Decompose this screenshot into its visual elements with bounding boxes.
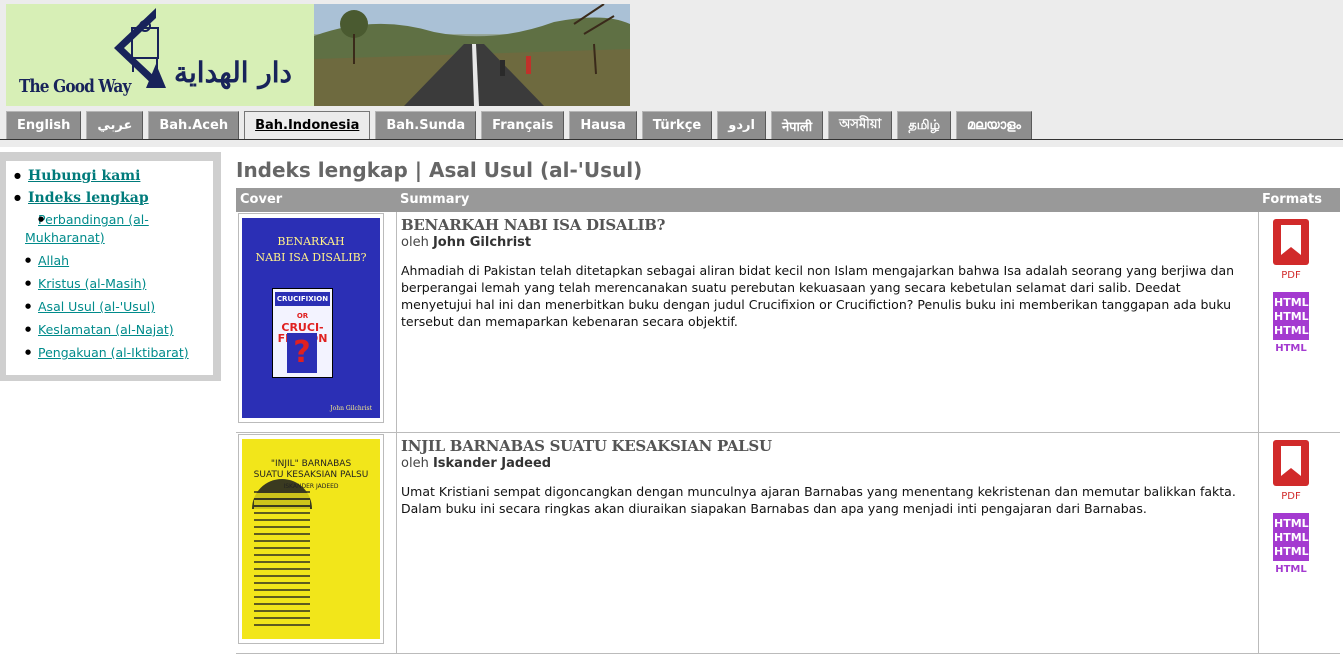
cover-image: "INJIL" BARNABAS SUATU KESAKSIAN PALSU I…: [242, 439, 380, 639]
cover-author: John Gilchrist: [330, 405, 372, 412]
tab-sunda[interactable]: Bah.Sunda: [375, 111, 477, 139]
site-banner[interactable]: The Good Way دار الهداية: [6, 4, 630, 106]
landscape-illustration-icon: [314, 4, 630, 106]
christ-link[interactable]: Kristus (al-Masih): [38, 276, 146, 291]
tab-assamese[interactable]: অসমীয়া: [828, 111, 893, 139]
sidebar-item-full-index: Indeks lengkap: [12, 189, 213, 207]
html-icon[interactable]: HTML HTML HTML HTML: [1271, 292, 1311, 354]
cover-title: "INJIL" BARNABAS SUATU KESAKSIAN PALSU I…: [242, 459, 380, 492]
tab-nepali[interactable]: नेपाली: [770, 111, 824, 139]
book-description: Ahmadiah di Pakistan telah ditetapkan se…: [401, 263, 1235, 329]
pdf-label: PDF: [1281, 270, 1301, 281]
table-header: Cover Summary Formats: [236, 188, 1340, 212]
logo-text-arabic: دار الهداية: [174, 56, 293, 89]
tab-arabic[interactable]: عربي: [86, 111, 144, 139]
sidebar-subitem-salvation: Keslamatan (al-Najat): [12, 321, 213, 339]
by-label: oleh: [401, 456, 429, 471]
tab-hausa[interactable]: Hausa: [569, 111, 637, 139]
book-description: Umat Kristiani sempat digoncangkan denga…: [401, 484, 1236, 516]
cover-title-line2: NABI ISA DISALIB?: [255, 251, 367, 264]
formats-cell: PDF HTML HTML HTML HTML: [1258, 212, 1340, 432]
cover-image: BENARKAH NABI ISA DISALIB? CRUCIFIXION O…: [242, 218, 380, 418]
sidebar-item-contact: Hubungi kami: [12, 167, 213, 185]
book-author: John Gilchrist: [432, 235, 532, 250]
sidebar-subitem-testimonies: Pengakuan (al-Iktibarat): [12, 344, 213, 362]
cover-title-line1: "INJIL" BARNABAS: [270, 459, 352, 469]
sidebar: Hubungi kami Indeks lengkap Perbandingan…: [0, 152, 221, 381]
sidebar-subitem-origins: Asal Usul (al-'Usul): [12, 298, 213, 316]
language-tabs: English عربي Bah.Aceh Bah.Indonesia Bah.…: [6, 111, 1032, 139]
sidebar-subitem-comparison: Perbandingan (al-Mukharanat): [12, 211, 213, 247]
book-cover[interactable]: "INJIL" BARNABAS SUATU KESAKSIAN PALSU I…: [238, 434, 384, 644]
book-author-line: oleh John Gilchrist: [401, 235, 1254, 250]
svg-text:HTML: HTML: [1274, 296, 1309, 309]
column-header-summary: Summary: [400, 192, 470, 207]
sidebar-subitem-allah: Allah: [12, 252, 213, 270]
page-title: Indeks lengkap | Asal Usul (al-'Usul): [236, 158, 643, 182]
pdf-icon[interactable]: PDF: [1271, 219, 1311, 281]
site-header: The Good Way دار الهداية English عربي Ba…: [0, 0, 1343, 147]
svg-text:HTML: HTML: [1274, 310, 1309, 323]
books-table: Cover Summary Formats BENARKAH NABI ISA …: [236, 188, 1340, 654]
tab-indonesia[interactable]: Bah.Indonesia: [244, 111, 371, 139]
tab-tamil[interactable]: தமிழ்: [897, 111, 952, 139]
cover-cell: "INJIL" BARNABAS SUATU KESAKSIAN PALSU I…: [236, 433, 396, 653]
contact-link[interactable]: Hubungi kami: [28, 168, 140, 184]
cover-inset-top: CRUCIFIXION: [275, 292, 330, 306]
comparison-link[interactable]: Perbandingan (al-Mukharanat): [25, 212, 149, 245]
cover-inset: CRUCIFIXION OR CRUCI- FICTION ?: [272, 288, 333, 378]
cover-author: ISKANDER JADEED: [283, 483, 339, 490]
html-icon[interactable]: HTML HTML HTML HTML: [1271, 513, 1311, 575]
table-row: "INJIL" BARNABAS SUATU KESAKSIAN PALSU I…: [236, 433, 1340, 654]
html-label: HTML: [1275, 343, 1307, 354]
pdf-label: PDF: [1281, 491, 1301, 502]
book-title: INJIL BARNABAS SUATU KESAKSIAN PALSU: [401, 437, 772, 455]
summary-cell: BENARKAH NABI ISA DISALIB? oleh John Gil…: [396, 212, 1258, 432]
book-author: Iskander Jadeed: [432, 456, 552, 471]
cover-title-line2: SUATU KESAKSIAN PALSU: [253, 470, 369, 480]
book-author-line: oleh Iskander Jadeed: [401, 456, 1254, 471]
sidebar-nav: Hubungi kami Indeks lengkap Perbandingan…: [6, 161, 213, 375]
column-header-formats: Formats: [1262, 192, 1322, 207]
tab-turkce[interactable]: Türkçe: [641, 111, 713, 139]
tabs-divider: [0, 139, 1343, 140]
header-landscape-image: [314, 4, 630, 106]
tab-francais[interactable]: Français: [481, 111, 565, 139]
cover-title: BENARKAH NABI ISA DISALIB?: [242, 234, 380, 266]
site-logo[interactable]: The Good Way دار الهداية: [6, 4, 314, 106]
pdf-icon[interactable]: PDF: [1271, 440, 1311, 502]
tab-malayalam[interactable]: മലയാളം: [956, 111, 1032, 139]
sidebar-subitem-christ: Kristus (al-Masih): [12, 275, 213, 293]
tab-urdu[interactable]: اردو: [717, 111, 766, 139]
cover-cell: BENARKAH NABI ISA DISALIB? CRUCIFIXION O…: [236, 212, 396, 432]
summary-cell: INJIL BARNABAS SUATU KESAKSIAN PALSU ole…: [396, 433, 1258, 653]
cover-title-line1: BENARKAH: [277, 235, 345, 248]
formats-cell: PDF HTML HTML HTML HTML: [1258, 433, 1340, 653]
table-row: BENARKAH NABI ISA DISALIB? CRUCIFIXION O…: [236, 212, 1340, 433]
tab-aceh[interactable]: Bah.Aceh: [148, 111, 240, 139]
full-index-link[interactable]: Indeks lengkap: [28, 190, 149, 206]
cover-tower-illustration: [254, 491, 310, 631]
by-label: oleh: [401, 235, 429, 250]
book-title: BENARKAH NABI ISA DISALIB?: [401, 216, 666, 234]
svg-text:HTML: HTML: [1274, 324, 1309, 337]
allah-link[interactable]: Allah: [38, 253, 69, 268]
html-label: HTML: [1275, 564, 1307, 575]
svg-text:HTML: HTML: [1274, 517, 1309, 530]
cover-question-mark: ?: [287, 333, 317, 373]
testimonies-link[interactable]: Pengakuan (al-Iktibarat): [38, 345, 189, 360]
svg-text:HTML: HTML: [1274, 545, 1309, 558]
column-header-cover: Cover: [240, 192, 283, 207]
salvation-link[interactable]: Keslamatan (al-Najat): [38, 322, 174, 337]
tab-english[interactable]: English: [6, 111, 82, 139]
origins-link[interactable]: Asal Usul (al-'Usul): [38, 299, 155, 314]
logo-text-english: The Good Way: [19, 76, 131, 97]
svg-text:HTML: HTML: [1274, 531, 1309, 544]
book-cover[interactable]: BENARKAH NABI ISA DISALIB? CRUCIFIXION O…: [238, 213, 384, 423]
